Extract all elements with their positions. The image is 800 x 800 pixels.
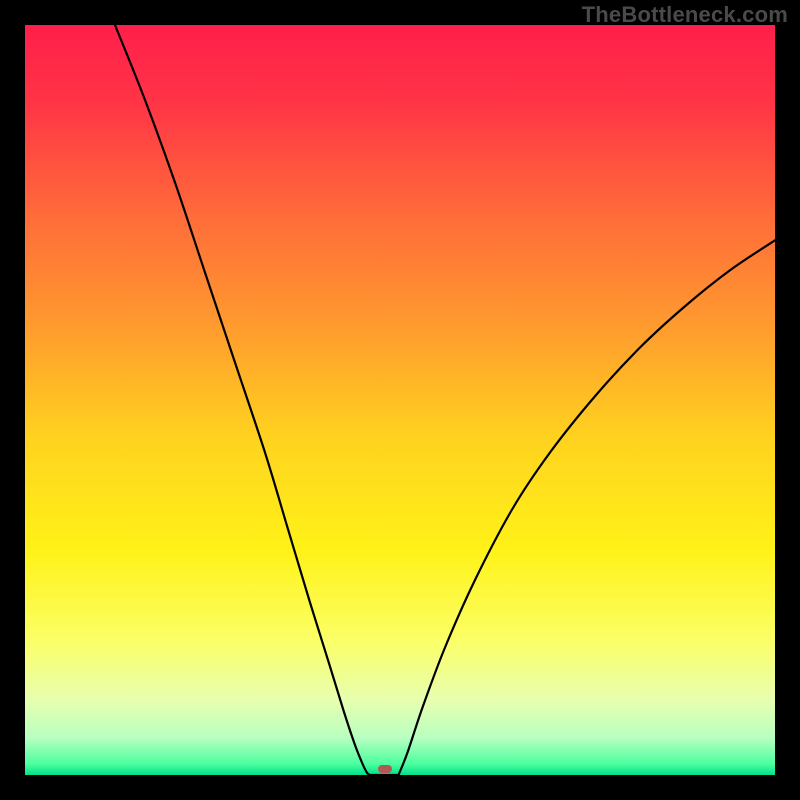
optimum-marker xyxy=(378,765,392,773)
plot-area xyxy=(25,25,775,775)
watermark-label: TheBottleneck.com xyxy=(582,2,788,28)
chart-frame: TheBottleneck.com xyxy=(0,0,800,800)
bottleneck-curve xyxy=(25,25,775,775)
